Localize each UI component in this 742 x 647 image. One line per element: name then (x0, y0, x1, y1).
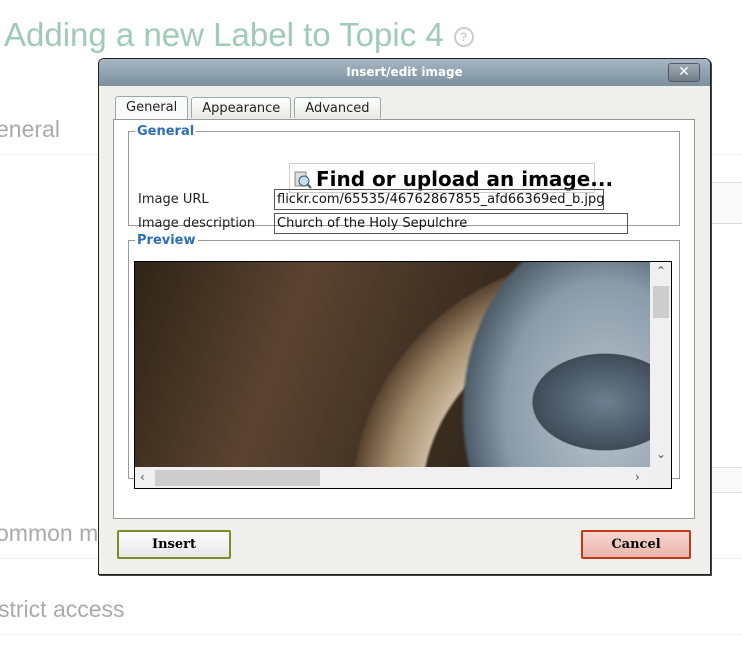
image-description-input[interactable]: Church of the Holy Sepulchre (274, 213, 628, 234)
section-restrict-access[interactable]: strict access (0, 596, 125, 623)
scroll-up-icon[interactable]: ⌃ (656, 264, 666, 278)
horizontal-scroll-thumb[interactable] (155, 470, 320, 486)
tab-advanced[interactable]: Advanced (294, 97, 381, 118)
section-general[interactable]: eneral (0, 116, 60, 143)
magnifier-icon (294, 167, 312, 189)
insert-image-dialog: Insert/edit image ✕ General Appearance A… (98, 58, 711, 575)
preview-photo (135, 262, 650, 467)
scroll-left-icon[interactable]: ‹ (140, 470, 145, 484)
dialog-title: Insert/edit image (346, 65, 463, 79)
page-title: Adding a new Label to Topic 4? (4, 16, 474, 54)
insert-button[interactable]: Insert (117, 530, 231, 559)
general-fieldset: General Find or upload an image... Image… (128, 124, 680, 234)
help-icon[interactable]: ? (453, 27, 474, 48)
close-button[interactable]: ✕ (668, 63, 700, 82)
find-upload-label: Find or upload an image... (316, 167, 614, 191)
scroll-down-icon[interactable]: ⌄ (656, 447, 666, 461)
divider (0, 634, 742, 635)
vertical-scrollbar[interactable]: ⌃ ⌄ (651, 262, 671, 467)
vertical-scroll-thumb[interactable] (653, 286, 669, 318)
image-description-label: Image description (138, 216, 256, 231)
image-preview: ⌃ ⌄ ‹ › (134, 261, 672, 489)
general-legend: General (137, 124, 195, 139)
image-url-input[interactable]: flickr.com/65535/46762867855_afd66369ed_… (274, 189, 604, 210)
dialog-titlebar[interactable]: Insert/edit image ✕ (99, 59, 710, 86)
cancel-button[interactable]: Cancel (581, 530, 691, 559)
tab-appearance[interactable]: Appearance (191, 97, 292, 118)
tab-bar: General Appearance Advanced (115, 96, 381, 119)
preview-fieldset: Preview ⌃ ⌄ ‹ › (128, 233, 680, 489)
preview-legend: Preview (137, 233, 196, 248)
page-title-text: Adding a new Label to Topic 4 (4, 16, 444, 53)
tab-panel: General Find or upload an image... Image… (113, 119, 695, 519)
tab-general[interactable]: General (115, 96, 189, 119)
scroll-right-icon[interactable]: › (635, 470, 640, 484)
horizontal-scrollbar[interactable]: ‹ › (135, 468, 650, 488)
image-url-label: Image URL (138, 192, 209, 207)
section-common-modules[interactable]: ommon m (0, 520, 98, 547)
close-icon: ✕ (678, 64, 690, 80)
